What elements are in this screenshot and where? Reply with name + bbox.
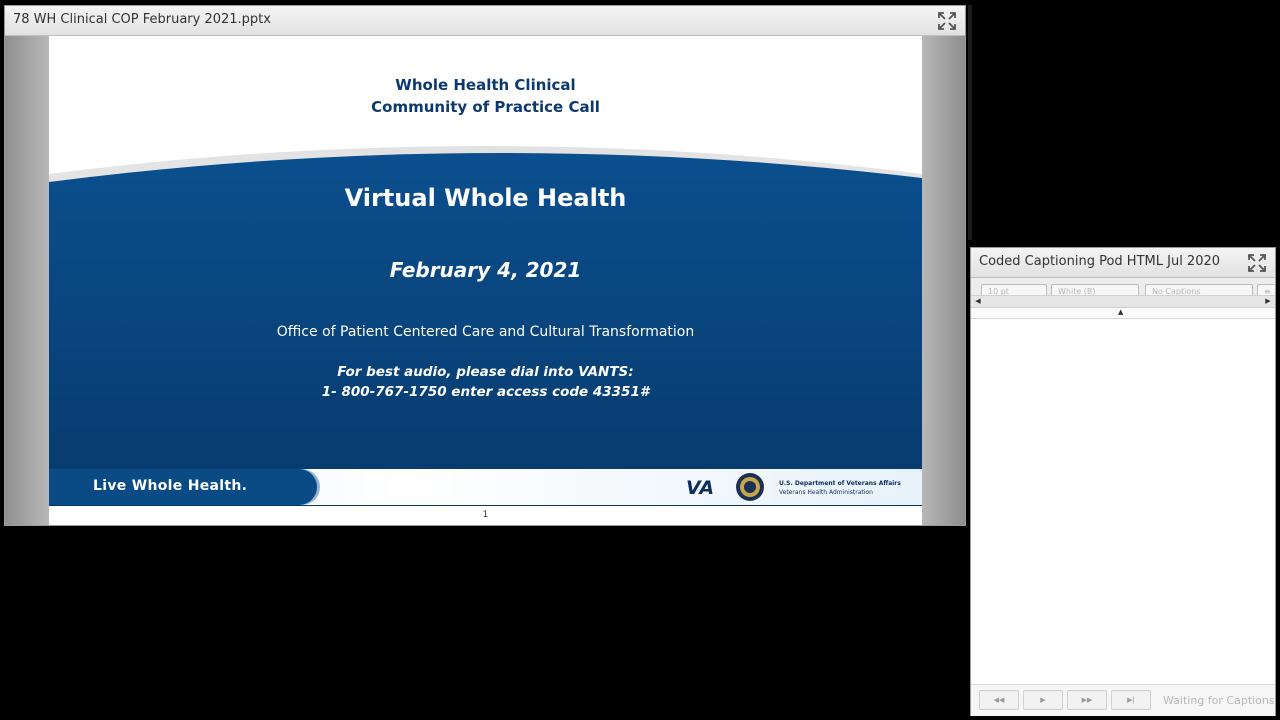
scroll-left-icon[interactable]: ◀ (973, 296, 983, 307)
play-icon[interactable]: ▶ (1023, 690, 1063, 710)
slide-pod-title: 78 WH Clinical COP February 2021.pptx (13, 12, 271, 27)
maximize-icon[interactable] (1247, 253, 1267, 273)
maximize-icon[interactable] (937, 11, 957, 31)
collapse-up-icon[interactable]: ▲ (1118, 308, 1123, 316)
slide-office: Office of Patient Centered Care and Cult… (276, 324, 695, 340)
slide-audio-line1: For best audio, please dial into VANTS: (337, 364, 634, 380)
scroll-right-icon[interactable]: ▶ (1263, 296, 1273, 307)
live-whole-health-banner: Live Whole Health. (49, 469, 317, 505)
caption-text-area (971, 319, 1275, 684)
va-department-text: U.S. Department of Veterans Affairs Vete… (779, 479, 901, 497)
fast-forward-icon[interactable]: ▶▶ (1067, 690, 1107, 710)
caption-pod-title: Coded Captioning Pod HTML Jul 2020 (979, 254, 1221, 269)
caption-pod-titlebar: Coded Captioning Pod HTML Jul 2020 (971, 248, 1275, 278)
footer-brand: Live Whole Health. (93, 478, 248, 494)
last-icon[interactable]: ▶| (1111, 690, 1151, 710)
slide-header-line2: Community of Practice Call (371, 98, 600, 116)
slide-audio-line2: 1- 800-767-1750 enter access code 43351# (321, 384, 650, 400)
va-seal-icon (736, 473, 764, 501)
captioning-pod: Coded Captioning Pod HTML Jul 2020 10 pt… (970, 247, 1276, 716)
pod-separator (968, 5, 972, 240)
caption-divider[interactable]: ▲ (971, 308, 1275, 319)
caption-status: Waiting for Captions (1163, 694, 1275, 707)
dept-line1: U.S. Department of Veterans Affairs (779, 480, 901, 487)
slide-title: Virtual Whole Health (344, 184, 627, 212)
slide-pod-titlebar: 78 WH Clinical COP February 2021.pptx (5, 6, 965, 36)
slide-date: February 4, 2021 (389, 258, 582, 282)
horizontal-scrollbar[interactable]: ◀ ▶ (971, 295, 1275, 308)
dept-line2: Veterans Health Administration (779, 489, 873, 496)
va-logo: VA (686, 477, 715, 499)
presentation-slide: Whole Health Clinical Community of Pract… (49, 36, 922, 525)
first-icon[interactable]: ◀◀ (979, 690, 1019, 710)
slide-header-line1: Whole Health Clinical (395, 76, 576, 94)
slide-pod: 78 WH Clinical COP February 2021.pptx Wh… (4, 5, 966, 526)
caption-controls: ◀◀ ▶ ▶▶ ▶| Waiting for Captions (971, 684, 1275, 716)
slide-page-number: 1 (482, 510, 489, 520)
slide-stage: Whole Health Clinical Community of Pract… (5, 36, 965, 525)
